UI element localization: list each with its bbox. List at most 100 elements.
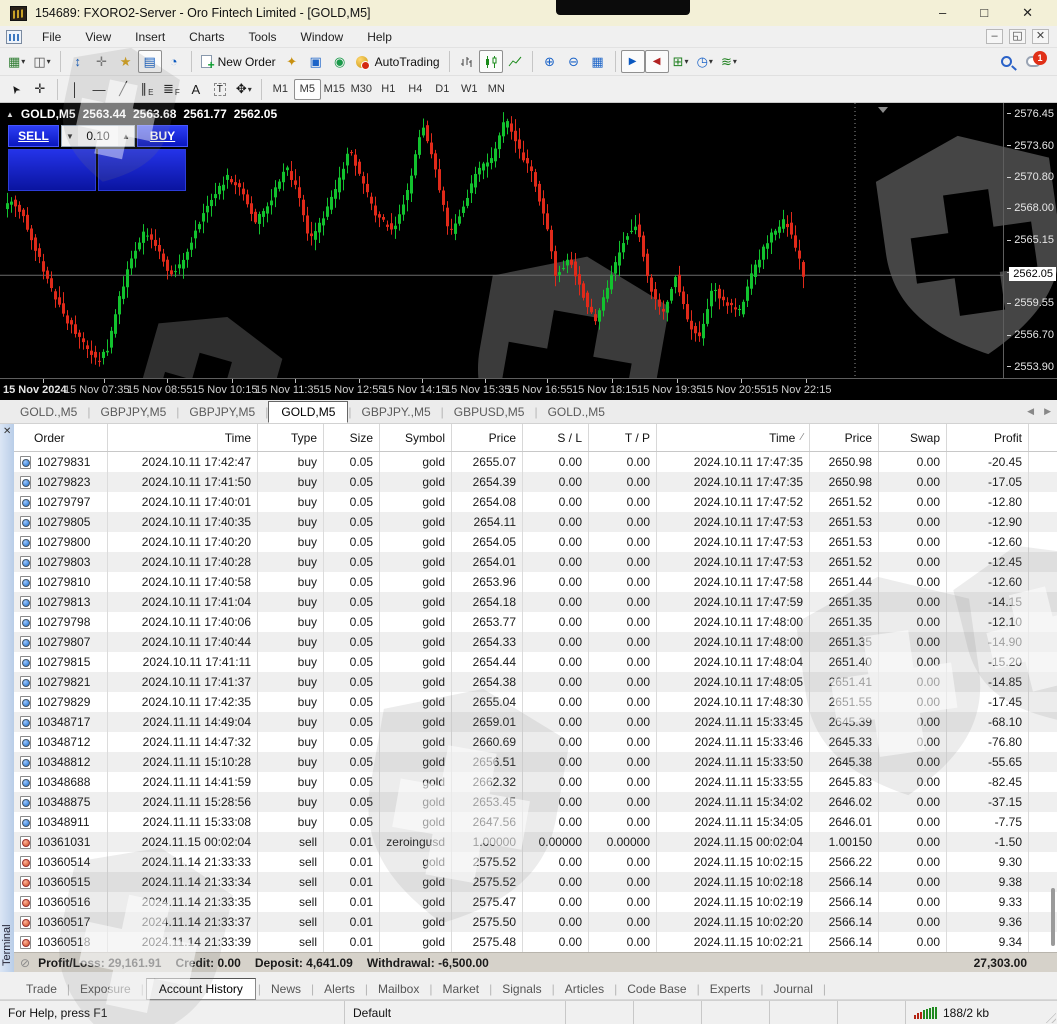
menu-insert[interactable]: Insert (123, 26, 177, 48)
menu-help[interactable]: Help (355, 26, 404, 48)
table-row[interactable]: 102797972024.10.11 17:40:01buy0.05gold26… (14, 492, 1057, 512)
terminal-tab-news[interactable]: News (263, 980, 309, 998)
terminal-tab-account-history[interactable]: Account History (146, 978, 256, 1000)
chart-tab[interactable]: GBPUSD,M5 (444, 403, 535, 421)
column-header-price[interactable]: Price (452, 424, 523, 451)
column-header-swap-close[interactable]: Swap (879, 424, 947, 451)
cursor-button[interactable]: ➤ (4, 78, 28, 101)
styler-button[interactable]: ✦ (280, 50, 304, 73)
column-header-time-close[interactable]: Time∕ (657, 424, 810, 451)
new-chart-button[interactable]: ▦▾ (4, 50, 29, 73)
timeframe-M30[interactable]: M30 (348, 79, 375, 100)
chat-icon[interactable]: 1 (1026, 56, 1041, 67)
chart-tab[interactable]: GBPJPY,M5 (179, 403, 265, 421)
table-row[interactable]: 102797982024.10.11 17:40:06buy0.05gold26… (14, 612, 1057, 632)
history-table-header[interactable]: OrderTimeTypeSizeSymbolPriceS / LT / PTi… (14, 424, 1057, 452)
time-axis[interactable]: 15 Nov 202415 Nov 07:3515 Nov 08:5515 No… (0, 378, 1057, 400)
child-close-button[interactable]: ✕ (1032, 29, 1049, 44)
tabs-scroll-right-icon[interactable]: ▶ (1044, 406, 1051, 417)
column-header-time[interactable]: Time (108, 424, 258, 451)
child-minimize-button[interactable]: – (986, 29, 1003, 44)
column-header-sl[interactable]: S / L (523, 424, 589, 451)
timeframe-M5[interactable]: M5 (294, 79, 321, 100)
tabs-scroll-left-icon[interactable]: ◀ (1027, 406, 1034, 417)
terminal-tab-journal[interactable]: Journal (766, 980, 821, 998)
minimize-button[interactable]: – (939, 5, 946, 21)
price-axis[interactable]: 2576.452573.602570.802568.002565.152562.… (1003, 103, 1057, 378)
timeframe-W1[interactable]: W1 (456, 79, 483, 100)
history-scrollbar[interactable] (1049, 452, 1056, 952)
collapse-arrow-icon[interactable]: ▲ (6, 110, 14, 119)
profiles-button[interactable]: ◫▾ (29, 50, 54, 73)
table-row[interactable]: 103605152024.11.14 21:33:34sell0.01gold2… (14, 872, 1057, 892)
experts-button[interactable]: ▣ (304, 50, 328, 73)
chart-menu-icon[interactable] (6, 30, 22, 44)
table-row[interactable]: 103488122024.11.11 15:10:28buy0.05gold26… (14, 752, 1057, 772)
vertical-line-button[interactable]: │ (63, 78, 87, 101)
zoom-out-button[interactable]: ⊖ (562, 50, 586, 73)
column-header-price-close[interactable]: Price (810, 424, 879, 451)
sell-button[interactable]: SELL (8, 125, 59, 147)
chart-shift-button[interactable]: ◀ (645, 50, 669, 73)
fibonacci-button[interactable]: ≣F (159, 78, 184, 101)
lot-increase-button[interactable]: ▲ (118, 126, 134, 146)
table-row[interactable]: 103486882024.11.11 14:41:59buy0.05gold26… (14, 772, 1057, 792)
menu-file[interactable]: File (30, 26, 73, 48)
tile-windows-button[interactable]: ▦ (586, 50, 610, 73)
terminal-tab-code-base[interactable]: Code Base (619, 980, 694, 998)
navigator-button[interactable]: ★ (114, 50, 138, 73)
table-row[interactable]: 103605142024.11.14 21:33:33sell0.01gold2… (14, 852, 1057, 872)
table-row[interactable]: 103605182024.11.14 21:33:39sell0.01gold2… (14, 932, 1057, 952)
column-header-type[interactable]: Type (258, 424, 324, 451)
chart-tab[interactable]: GOLD.,M5 (10, 403, 87, 421)
table-row[interactable]: 102798132024.10.11 17:41:04buy0.05gold26… (14, 592, 1057, 612)
market-watch-button[interactable]: ↕ (66, 50, 90, 73)
menu-tools[interactable]: Tools (237, 26, 289, 48)
bar-chart-button[interactable] (455, 50, 479, 73)
periods-button[interactable]: ◷▾ (693, 50, 717, 73)
line-chart-button[interactable] (503, 50, 527, 73)
chart-shift-marker[interactable] (878, 107, 888, 113)
menu-view[interactable]: View (73, 26, 123, 48)
buy-button[interactable]: BUY (137, 125, 188, 147)
terminal-tab-articles[interactable]: Articles (557, 980, 612, 998)
search-icon[interactable] (1001, 56, 1012, 67)
channel-button[interactable]: ∥E (135, 78, 159, 101)
terminal-tab-exposure[interactable]: Exposure (72, 980, 139, 998)
table-row[interactable]: 102798232024.10.11 17:41:50buy0.05gold26… (14, 472, 1057, 492)
table-row[interactable]: 103610312024.11.15 00:02:04sell0.01zeroi… (14, 832, 1057, 852)
table-row[interactable]: 103487172024.11.11 14:49:04buy0.05gold26… (14, 712, 1057, 732)
status-profile[interactable]: Default (345, 1001, 566, 1024)
table-row[interactable]: 103605172024.11.14 21:33:37sell0.01gold2… (14, 912, 1057, 932)
child-restore-button[interactable]: ◱ (1009, 29, 1026, 44)
column-header-symbol[interactable]: Symbol (380, 424, 452, 451)
timeframe-H1[interactable]: H1 (375, 79, 402, 100)
table-row[interactable]: 103488752024.11.11 15:28:56buy0.05gold26… (14, 792, 1057, 812)
close-button[interactable]: ✕ (1022, 5, 1033, 21)
terminal-tab-mailbox[interactable]: Mailbox (370, 980, 427, 998)
terminal-tab-alerts[interactable]: Alerts (316, 980, 363, 998)
maximize-button[interactable]: □ (980, 5, 988, 21)
timeframe-H4[interactable]: H4 (402, 79, 429, 100)
terminal-button[interactable]: ▤ (138, 50, 162, 73)
terminal-tab-market[interactable]: Market (434, 980, 487, 998)
terminal-close-button[interactable]: ✕ (3, 426, 11, 437)
table-row[interactable]: 102798032024.10.11 17:40:28buy0.05gold26… (14, 552, 1057, 572)
menu-charts[interactable]: Charts (177, 26, 236, 48)
table-row[interactable]: 102798292024.10.11 17:42:35buy0.05gold26… (14, 692, 1057, 712)
terminal-tab-signals[interactable]: Signals (494, 980, 549, 998)
templates-button[interactable]: ≋▾ (717, 50, 741, 73)
menu-window[interactable]: Window (289, 26, 356, 48)
indicators-button[interactable]: ⊞▾ (669, 50, 693, 73)
chart-tab[interactable]: GOLD,M5 (268, 401, 348, 423)
terminal-tab-experts[interactable]: Experts (702, 980, 759, 998)
timeframe-MN[interactable]: MN (483, 79, 510, 100)
table-row[interactable]: 102798152024.10.11 17:41:11buy0.05gold26… (14, 652, 1057, 672)
table-row[interactable]: 102798072024.10.11 17:40:44buy0.05gold26… (14, 632, 1057, 652)
crosshair-button[interactable]: ✛ (28, 78, 52, 101)
timeframe-M1[interactable]: M1 (267, 79, 294, 100)
chart-tab[interactable]: GBPJPY.,M5 (352, 403, 441, 421)
table-row[interactable]: 102798212024.10.11 17:41:37buy0.05gold26… (14, 672, 1057, 692)
table-row[interactable]: 103605162024.11.14 21:33:35sell0.01gold2… (14, 892, 1057, 912)
table-row[interactable]: 102798312024.10.11 17:42:47buy0.05gold26… (14, 452, 1057, 472)
